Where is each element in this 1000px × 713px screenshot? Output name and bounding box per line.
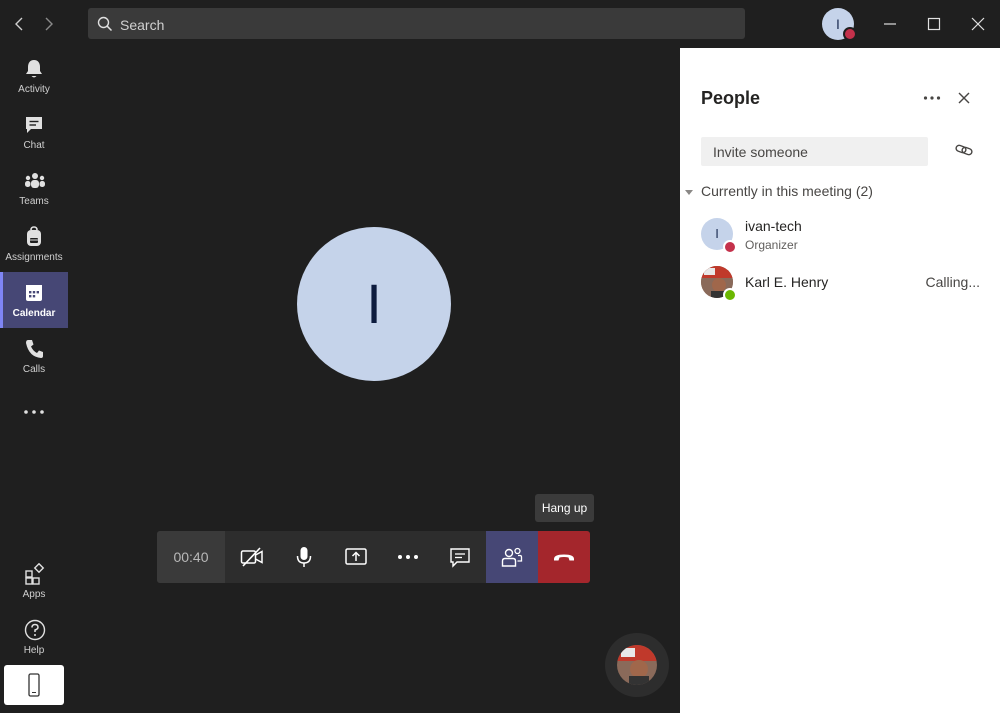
available-status-icon bbox=[723, 288, 737, 302]
search-input[interactable] bbox=[118, 8, 732, 41]
rail-label-help: Help bbox=[23, 645, 45, 656]
rail-item-assignments[interactable]: Assignments bbox=[0, 216, 68, 272]
chat-icon bbox=[26, 117, 42, 133]
rail-label-chat: Chat bbox=[23, 140, 45, 151]
panel-more-options-button[interactable] bbox=[920, 86, 944, 110]
maximize-icon[interactable] bbox=[920, 10, 948, 38]
account-initial: I bbox=[836, 16, 840, 32]
rail-item-calendar[interactable]: Calendar bbox=[0, 272, 68, 328]
rail-label-assignments: Assignments bbox=[5, 252, 63, 263]
participant-row[interactable]: Karl E. Henry Calling... bbox=[701, 266, 991, 306]
back-icon[interactable] bbox=[10, 14, 30, 34]
apps-icon bbox=[25, 563, 45, 585]
search-bar[interactable] bbox=[88, 8, 745, 41]
close-icon bbox=[958, 92, 970, 104]
rail-item-chat[interactable]: Chat bbox=[0, 104, 68, 160]
more-apps-button[interactable] bbox=[0, 384, 68, 440]
participant-row[interactable]: I ivan-tech Organizer bbox=[701, 218, 991, 258]
rail-label-calls: Calls bbox=[22, 364, 46, 375]
close-panel-button[interactable] bbox=[952, 86, 976, 110]
panel-title: People bbox=[701, 88, 761, 108]
more-icon bbox=[398, 555, 418, 559]
participant-initial: I bbox=[715, 226, 719, 241]
minimize-icon[interactable] bbox=[876, 10, 904, 38]
device-button[interactable] bbox=[4, 665, 64, 705]
account-avatar[interactable]: I bbox=[822, 8, 857, 41]
busy-status-icon bbox=[843, 27, 857, 41]
busy-status-icon bbox=[723, 240, 737, 254]
forward-icon[interactable] bbox=[38, 14, 58, 34]
call-controls: 00:40 bbox=[157, 531, 590, 583]
chevron-down-icon bbox=[685, 189, 693, 195]
help-icon bbox=[24, 619, 46, 641]
more-actions-button[interactable] bbox=[382, 531, 434, 583]
search-icon bbox=[97, 16, 113, 32]
rail-item-calls[interactable]: Calls bbox=[0, 328, 68, 384]
people-panel: People Currently in this meeting (2) I i… bbox=[680, 48, 1000, 713]
rail-item-teams[interactable]: Teams bbox=[0, 160, 68, 216]
app-rail: Activity Chat Teams Assignments Calendar… bbox=[0, 48, 68, 713]
mobile-device-icon bbox=[28, 673, 40, 697]
show-conversation-button[interactable] bbox=[434, 531, 486, 583]
hang-up-button[interactable] bbox=[538, 531, 590, 583]
close-window-icon[interactable] bbox=[964, 10, 992, 38]
camera-button[interactable] bbox=[226, 531, 278, 583]
microphone-icon bbox=[296, 547, 312, 567]
title-bar: I bbox=[0, 0, 1000, 48]
participant-role: Organizer bbox=[745, 238, 798, 252]
chat-icon bbox=[450, 548, 470, 568]
microphone-button[interactable] bbox=[278, 531, 330, 583]
section-count: (2) bbox=[855, 183, 873, 199]
phone-icon bbox=[26, 340, 43, 358]
share-screen-button[interactable] bbox=[330, 531, 382, 583]
rail-item-help[interactable]: Help bbox=[0, 609, 68, 665]
more-icon bbox=[923, 96, 941, 100]
self-video-thumbnail bbox=[617, 645, 657, 685]
more-icon bbox=[24, 410, 44, 414]
rail-label-calendar: Calendar bbox=[12, 308, 56, 319]
hang-up-icon bbox=[554, 554, 574, 561]
section-currently-in-meeting[interactable]: Currently in this meeting (2) bbox=[685, 183, 873, 199]
self-video-preview[interactable] bbox=[605, 633, 669, 697]
bell-icon bbox=[26, 60, 42, 78]
copy-join-link-button[interactable] bbox=[952, 138, 976, 162]
participant-name: Karl E. Henry bbox=[745, 274, 829, 290]
rail-label-teams: Teams bbox=[19, 196, 49, 207]
rail-label-activity: Activity bbox=[18, 84, 50, 95]
participant-name: ivan-tech bbox=[745, 218, 802, 234]
camera-off-icon bbox=[240, 547, 263, 567]
link-icon bbox=[955, 144, 973, 156]
participant-avatar: I bbox=[297, 227, 451, 381]
participant-initial: I bbox=[366, 272, 382, 335]
backpack-icon bbox=[27, 226, 41, 246]
participants-icon bbox=[501, 547, 523, 567]
share-screen-icon bbox=[345, 548, 367, 565]
hang-up-tooltip: Hang up bbox=[535, 494, 594, 522]
teams-icon bbox=[25, 173, 45, 188]
calendar-icon bbox=[26, 285, 42, 301]
call-timer: 00:40 bbox=[157, 531, 225, 583]
rail-item-activity[interactable]: Activity bbox=[0, 48, 68, 104]
invite-someone-input[interactable] bbox=[701, 137, 928, 166]
participant-call-status: Calling... bbox=[925, 274, 980, 290]
section-label: Currently in this meeting bbox=[701, 183, 852, 199]
call-stage: I Hang up 00:40 bbox=[68, 48, 680, 713]
rail-item-apps[interactable]: Apps bbox=[0, 553, 68, 609]
show-participants-button[interactable] bbox=[486, 531, 538, 583]
rail-label-apps: Apps bbox=[22, 589, 46, 600]
